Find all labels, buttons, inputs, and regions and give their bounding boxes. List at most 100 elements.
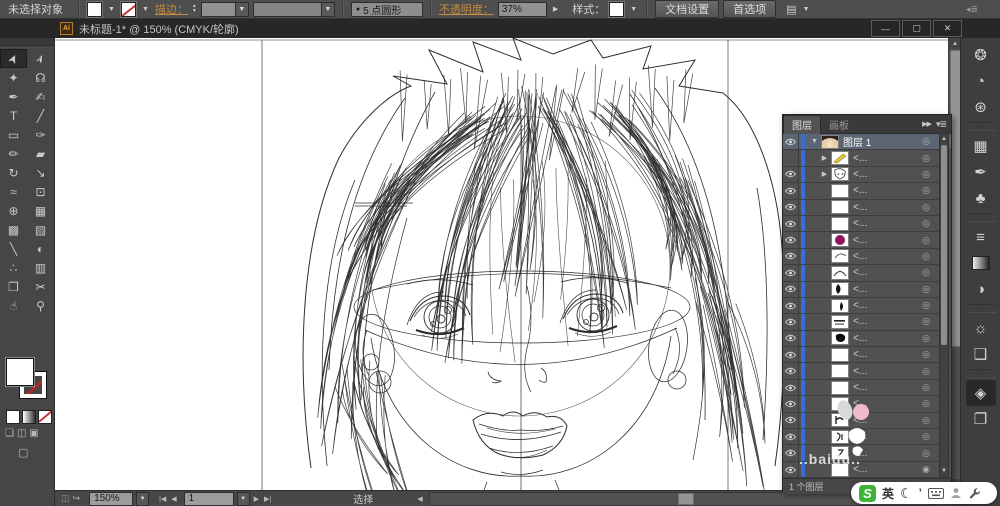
direct-selection-tool[interactable]: ➢ [27,49,54,68]
target-circle-icon[interactable]: ◎ [919,316,933,327]
layer-thumbnail[interactable] [831,298,849,313]
visibility-eye-icon[interactable] [783,347,799,363]
mesh-tool[interactable]: ▩ [0,220,27,239]
visibility-eye-icon[interactable] [783,199,799,215]
target-circle-icon[interactable]: ◎ [919,398,933,409]
magic-wand-tool[interactable]: ✦ [0,68,27,87]
hand-tool[interactable]: ☝ [0,296,27,315]
target-circle-icon[interactable]: ◎ [919,202,933,213]
layer-row[interactable]: <... ◎ [783,199,951,216]
visibility-eye-icon[interactable] [783,461,799,478]
artboards-panel-icon[interactable]: ❐ [966,406,996,432]
layer-thumbnail[interactable] [831,265,849,280]
layer-thumbnail[interactable] [831,167,849,182]
artboard-number-box[interactable]: 1 [183,491,234,506]
stroke-weight-combo[interactable]: ▼ [200,1,249,17]
target-circle-icon[interactable]: ◎ [919,267,933,278]
punctuation-icon[interactable]: ’ [919,486,922,500]
layer-row[interactable]: <... ◎ [783,232,951,249]
swatches-panel-icon[interactable]: ▦ [966,133,996,159]
layer-thumbnail[interactable] [831,396,849,411]
layer-thumbnail[interactable] [831,216,849,231]
rotate-tool[interactable]: ↻ [0,163,27,182]
draw-behind-icon[interactable]: ◫ [17,428,26,439]
layer-label[interactable]: <... [853,448,919,459]
layer-thumbnail[interactable] [831,282,849,297]
target-circle-icon[interactable]: ◎ [919,235,933,246]
layer-thumbnail[interactable] [831,151,849,166]
type-tool[interactable]: T [0,106,27,125]
zoom-dropdown-icon[interactable]: ▼ [136,491,150,506]
expand-triangle-icon[interactable]: ▶ [818,154,831,162]
visibility-eye-icon[interactable] [783,363,799,379]
layers-scrollbar[interactable]: ▲ ▼ [939,133,949,477]
shape-builder-tool[interactable]: ⊕ [0,201,27,220]
graphic-styles-panel-icon[interactable]: ❑ [966,341,996,367]
fill-color-swatch[interactable] [87,1,102,17]
layer-label[interactable]: <... [853,464,919,475]
user-icon[interactable] [950,487,962,499]
panel-collapse-icon[interactable]: ▶▶ [922,120,932,128]
free-transform-tool[interactable]: ⊡ [27,182,54,201]
draw-normal-icon[interactable]: ❏ [5,428,14,439]
fill-dropdown-icon[interactable]: ▼ [106,6,117,13]
layer-label[interactable]: <... [853,316,919,327]
visibility-eye-icon[interactable] [783,183,799,199]
curvature-pen-tool[interactable]: ✍ [27,87,54,106]
dock-collapse-icon[interactable]: ◂≣ [966,4,978,15]
stroke-weight-stepper[interactable]: ▲ ▼ [192,4,197,14]
color-panel-icon[interactable]: ❂ [966,42,996,68]
target-circle-icon[interactable]: ◎ [919,300,933,311]
target-circle-icon[interactable]: ◎ [919,431,933,442]
line-segment-tool[interactable]: ╱ [27,106,54,125]
status-icon-1[interactable]: ◫ [61,493,70,504]
maximize-button[interactable]: ▢ [902,20,931,37]
zoom-level-box[interactable]: 150% [89,491,134,506]
layer-row[interactable]: <... ◎ [783,379,951,397]
layer-thumbnail[interactable] [831,413,849,428]
transparency-panel-icon[interactable]: ◑ [966,276,996,302]
layer-label[interactable]: <... [853,300,919,311]
visibility-eye-icon[interactable] [783,314,799,330]
artboard-tool[interactable]: ❒ [0,277,27,296]
layer-row[interactable]: ▶ <... ◎ [783,150,951,167]
layer-label[interactable]: <... [853,415,919,426]
layer-row[interactable]: <... ◎ [783,445,951,462]
layer-row[interactable]: <... ◎ [783,363,951,380]
layer-row[interactable]: <... ◎ [783,347,951,364]
next-artboard-icon[interactable]: ▶ [253,495,260,503]
selection-tool[interactable]: ➤ [0,49,27,68]
layer-label[interactable]: <... [853,251,919,262]
brush-definition-combo[interactable]: ● 5 点圆形 [350,1,423,17]
layer-label[interactable]: <... [853,202,919,213]
recolor-artwork-icon[interactable]: ⊛ [966,94,996,120]
layer-row[interactable]: <... ◉ [783,461,951,478]
layer-label[interactable]: <... [853,153,919,164]
arrange-documents-icon[interactable]: ▤ [786,3,796,16]
layer-thumbnail[interactable] [831,183,849,198]
target-circle-icon[interactable]: ◎ [919,185,933,196]
layer-thumbnail[interactable] [831,331,849,346]
color-guide-panel-icon[interactable]: ◔ [966,68,996,94]
layer-row[interactable]: <... ◎ [783,314,951,331]
fill-proxy-swatch[interactable] [6,358,34,386]
document-setup-button[interactable]: 文档设置 [655,0,720,18]
sogou-logo-icon[interactable]: S [859,484,876,502]
layer-label[interactable]: <... [853,169,919,180]
layer-row[interactable]: <... ◎ [783,412,951,430]
preferences-button[interactable]: 首选项 [723,0,777,18]
gradient-tool[interactable]: ▨ [27,220,54,239]
close-button[interactable]: ✕ [933,20,962,37]
layer-thumbnail[interactable] [831,462,849,477]
layer-label[interactable]: <... [853,398,919,409]
layer-thumbnail[interactable] [831,314,849,329]
expand-triangle-icon[interactable]: ▼ [808,138,821,145]
target-circle-icon[interactable]: ◎ [919,415,933,426]
target-circle-icon[interactable]: ◎ [919,169,933,180]
visibility-eye-icon[interactable] [783,412,799,429]
minimize-button[interactable]: — [871,20,900,37]
layers-scroll-thumb[interactable] [941,145,947,345]
layer-thumbnail[interactable] [831,364,849,379]
layer-thumbnail[interactable] [831,233,849,248]
brushes-panel-icon[interactable]: ✒ [966,159,996,185]
